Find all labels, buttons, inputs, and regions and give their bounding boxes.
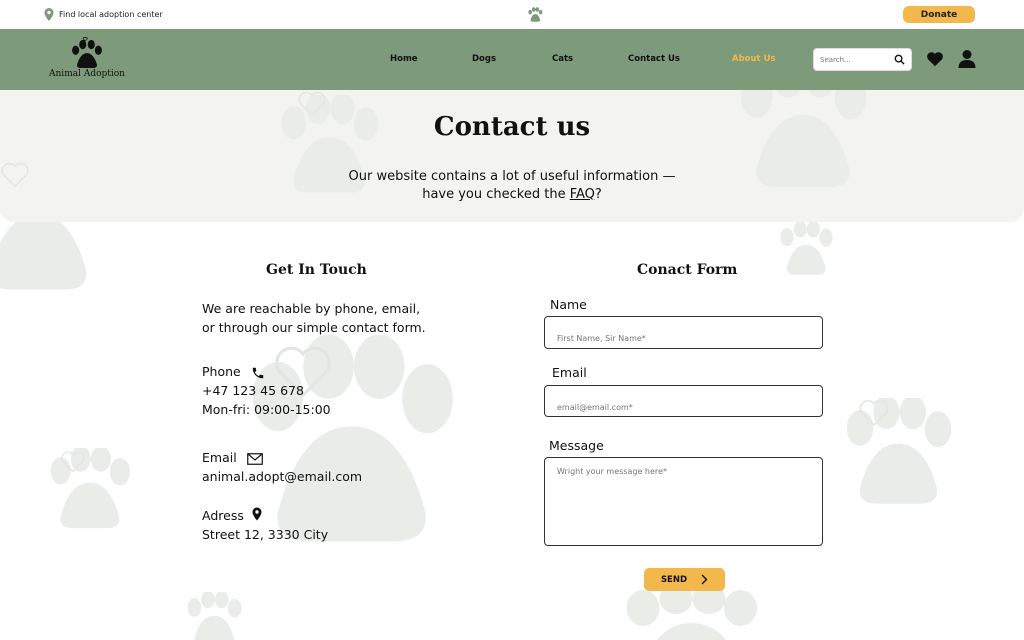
- message-field-box: [544, 457, 823, 546]
- address-value: Street 12, 3330 City: [202, 527, 329, 542]
- phone-icon: [252, 367, 263, 378]
- phone-label: Phone: [202, 364, 241, 379]
- find-adoption-center-link[interactable]: Find local adoption center: [44, 8, 163, 21]
- envelope-icon: [246, 452, 263, 465]
- top-utility-bar: Find local adoption center Donate: [0, 0, 1024, 29]
- nav-item-dogs[interactable]: Dogs: [472, 54, 496, 64]
- message-field[interactable]: [557, 467, 810, 503]
- email-form-label: Email: [552, 365, 587, 380]
- nav-item-contact-us[interactable]: Contact Us: [628, 54, 680, 64]
- nav-item-cats[interactable]: Cats: [552, 54, 573, 64]
- touch-intro: We are reachable by phone, email, or thr…: [202, 299, 426, 337]
- page-title: Contact us: [433, 112, 591, 142]
- hero-subtitle-line1: Our website contains a lot of useful inf…: [348, 169, 676, 184]
- email-value[interactable]: animal.adopt@email.com: [202, 467, 362, 486]
- background-paw-right-lower: [846, 398, 952, 504]
- search-box: [813, 48, 912, 71]
- hero-subtitle-prefix: have you checked the: [422, 187, 570, 202]
- find-adoption-center-text: Find local adoption center: [59, 10, 163, 19]
- touch-intro-line2: or through our simple contact form.: [202, 320, 426, 335]
- get-in-touch-title: Get In Touch: [266, 262, 367, 278]
- email-label: Email: [202, 450, 237, 465]
- contact-hero: Contact us Our website contains a lot of…: [0, 90, 1024, 222]
- location-pin-icon: [44, 8, 54, 21]
- address-label: Adress: [202, 508, 244, 523]
- hero-subtitle-suffix: ?: [594, 187, 602, 202]
- search-icon[interactable]: [894, 54, 905, 65]
- name-field[interactable]: [557, 334, 810, 343]
- nav-item-home[interactable]: Home: [390, 54, 418, 64]
- background-paw-bottom-center: [626, 590, 757, 640]
- hero-subtitle-line2: have you checked the FAQ?: [0, 186, 1024, 204]
- search-input[interactable]: [820, 53, 890, 67]
- donate-button[interactable]: Donate: [903, 6, 975, 23]
- user-icon[interactable]: [958, 49, 976, 69]
- phone-block: Phone +47 123 45 678 Mon-fri: 09:00-15:0…: [202, 362, 331, 419]
- phone-label-row: Phone: [202, 362, 331, 381]
- touch-intro-line1: We are reachable by phone, email,: [202, 301, 421, 316]
- logo-text: Animal Adoption: [49, 69, 125, 79]
- main-navigation: Animal Adoption Home Dogs Cats Contact U…: [0, 29, 1024, 90]
- email-label-row: Email: [202, 448, 362, 467]
- email-block: Email animal.adopt@email.com: [202, 448, 362, 486]
- background-heart-right: [859, 399, 889, 427]
- background-paw-right-upper: [780, 222, 833, 275]
- background-paw-bottom-left: [187, 592, 242, 640]
- faq-link[interactable]: FAQ: [570, 187, 595, 202]
- logo[interactable]: Animal Adoption: [44, 36, 130, 84]
- email-field[interactable]: [557, 403, 810, 412]
- phone-number[interactable]: +47 123 45 678: [202, 381, 331, 400]
- phone-hours: Mon-fri: 09:00-15:00: [202, 402, 331, 417]
- name-label: Name: [550, 297, 587, 312]
- background-paw-left-small: [50, 448, 130, 529]
- contact-form-title: Conact Form: [637, 262, 738, 278]
- address-label-row: Adress: [202, 506, 328, 525]
- address-block: Adress Street 12, 3330 City: [202, 506, 328, 544]
- heart-icon[interactable]: [926, 51, 944, 67]
- send-button[interactable]: SEND: [644, 568, 725, 591]
- hero-subtitle: Our website contains a lot of useful inf…: [0, 168, 1024, 204]
- message-label: Message: [549, 438, 604, 453]
- paw-logo-icon: [72, 37, 102, 68]
- send-label: SEND: [660, 574, 688, 585]
- chevron-right-icon: [701, 574, 708, 585]
- nav-item-about-us[interactable]: About Us: [732, 54, 776, 64]
- name-field-box: [544, 316, 823, 349]
- location-pin-icon: [252, 507, 262, 520]
- background-heart-left-small: [61, 451, 85, 473]
- email-field-box: [544, 385, 823, 417]
- paw-icon: [528, 7, 543, 22]
